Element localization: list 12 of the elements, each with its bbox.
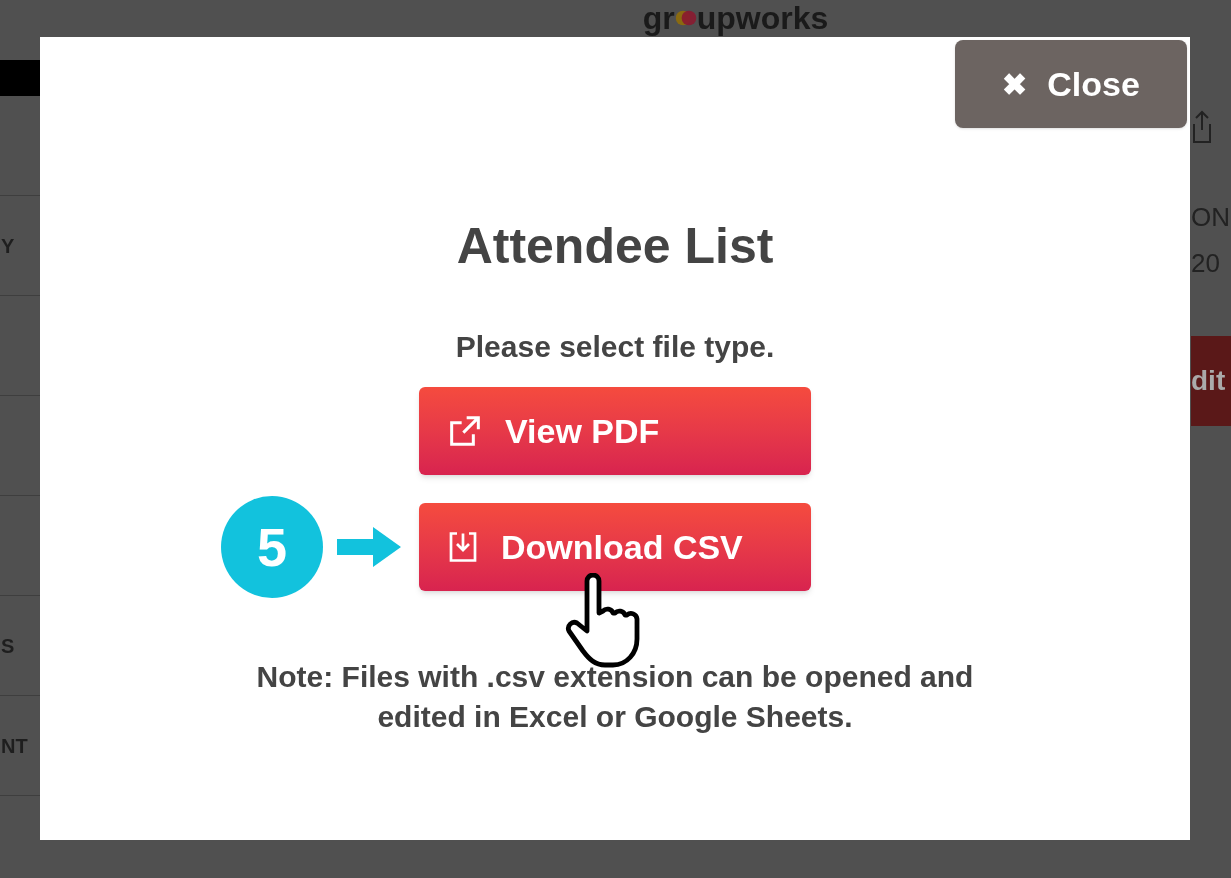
step-number-badge: 5 [221, 496, 323, 598]
note-text: Note: Files with .csv extension can be opened and edited in Excel or Google Sheets. [255, 659, 975, 735]
close-button[interactable]: ✖ Close [955, 40, 1187, 128]
header-block [0, 60, 40, 96]
arrow-icon [337, 527, 401, 567]
download-csv-button[interactable]: Download CSV [419, 503, 811, 591]
prompt-text: Please select file type. [455, 329, 775, 365]
edit-button[interactable]: dit [1191, 336, 1231, 426]
dialog-title: Attendee List [456, 217, 774, 276]
close-icon: ✖ [1002, 61, 1028, 107]
share-icon [1191, 110, 1213, 144]
view-pdf-button[interactable]: View PDF [419, 387, 811, 475]
